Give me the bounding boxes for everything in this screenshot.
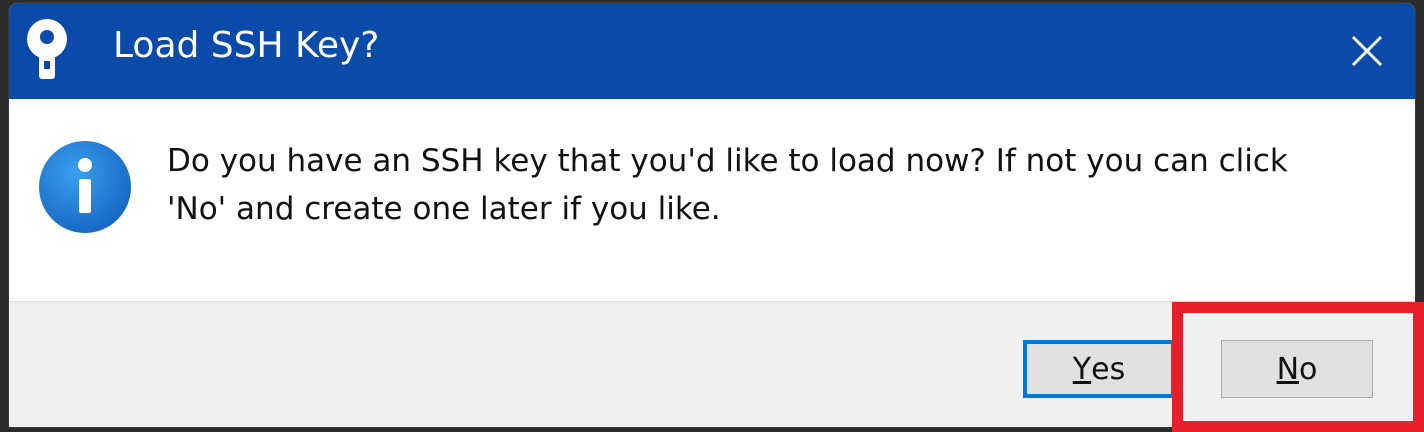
- info-icon: [39, 141, 131, 233]
- dialog-message: Do you have an SSH key that you'd like t…: [167, 137, 1387, 233]
- no-label-rest: o: [1299, 351, 1318, 387]
- yes-mnemonic: Y: [1072, 351, 1092, 387]
- yes-button[interactable]: Yes: [1023, 340, 1175, 398]
- message-line-2: 'No' and create one later if you like.: [167, 191, 721, 227]
- ssh-key-dialog: Load SSH Key? Do you have an SSH key tha…: [8, 2, 1416, 428]
- close-button[interactable]: [1339, 23, 1395, 79]
- message-line-1: Do you have an SSH key that you'd like t…: [167, 143, 1288, 179]
- close-icon: [1351, 35, 1383, 67]
- yes-label-rest: es: [1091, 351, 1126, 387]
- no-button[interactable]: No: [1221, 340, 1373, 398]
- dialog-title: Load SSH Key?: [113, 25, 380, 66]
- no-mnemonic: N: [1276, 351, 1300, 387]
- title-bar[interactable]: Load SSH Key?: [9, 3, 1415, 99]
- button-bar: Yes No: [9, 301, 1415, 427]
- dialog-content: Do you have an SSH key that you'd like t…: [9, 99, 1415, 301]
- app-key-icon: [27, 19, 67, 79]
